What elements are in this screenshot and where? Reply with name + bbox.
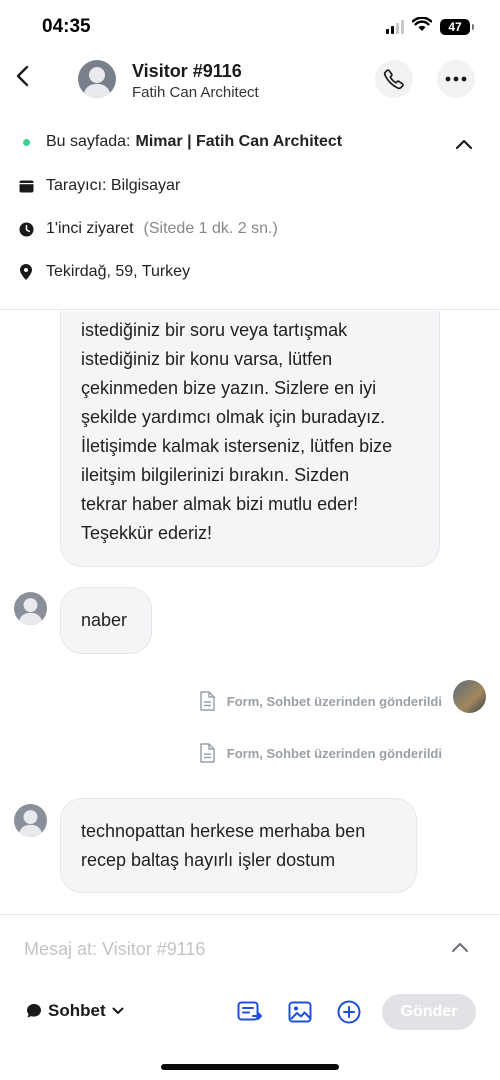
send-button[interactable]: Gönder — [382, 994, 476, 1030]
visitor-name: Visitor #9116 — [132, 61, 242, 81]
visitor-message-bubble: technopattan herkese merhaba ben recep b… — [60, 798, 417, 893]
visitor-avatar-small — [14, 804, 47, 837]
visit-count: 1'inci ziyaret — [46, 220, 134, 237]
template-icon — [237, 1001, 262, 1021]
online-status-icon — [18, 138, 34, 146]
location-row: Tekirdağ, 59, Turkey — [18, 263, 190, 281]
site-name: Fatih Can Architect — [132, 84, 259, 101]
message-input[interactable] — [24, 939, 424, 960]
collapse-info-button[interactable] — [452, 132, 476, 156]
agent-avatar — [453, 680, 486, 713]
attach-image-button[interactable] — [287, 999, 313, 1025]
battery-level: 47 — [448, 20, 462, 34]
visitor-message-text: technopattan herkese merhaba ben recep b… — [81, 821, 366, 870]
chevron-up-icon — [455, 139, 473, 149]
bot-message-bubble: istediğiniz bir soru veya tartışmak iste… — [60, 311, 440, 567]
chat-header: Visitor #9116 Fatih Can Architect — [0, 54, 500, 110]
form-document-icon — [199, 691, 215, 711]
wifi-icon — [411, 16, 433, 37]
phone-icon — [383, 69, 404, 90]
chat-bubble-icon — [27, 1004, 41, 1018]
bot-message-text: istediğiniz bir soru veya tartışmak iste… — [81, 320, 393, 543]
visitor-avatar — [78, 60, 116, 98]
plus-circle-icon — [337, 1000, 361, 1024]
visit-duration: (Sitede 1 dk. 2 sn.) — [143, 220, 278, 237]
browser-row: Tarayıcı: Bilgisayar — [18, 177, 180, 195]
composer: Sohbet Gönder — [0, 914, 500, 1044]
message-list[interactable]: istediğiniz bir soru veya tartışmak iste… — [0, 311, 500, 914]
location-pin-icon — [18, 264, 34, 280]
channel-selector[interactable]: Sohbet — [26, 1001, 124, 1021]
visitor-avatar-small — [14, 592, 47, 625]
system-message-text: Form, Sohbet üzerinden gönderildi — [226, 693, 442, 709]
insert-template-button[interactable] — [237, 999, 263, 1025]
system-message: Form, Sohbet üzerinden gönderildi — [199, 691, 442, 711]
chevron-left-icon — [16, 65, 29, 87]
browser-icon — [18, 180, 34, 193]
visitor-message-bubble: naber — [60, 587, 152, 654]
system-message: Form, Sohbet üzerinden gönderildi — [199, 743, 442, 763]
form-document-icon — [199, 743, 215, 763]
clock-icon — [18, 221, 34, 237]
current-page-row: Bu sayfada: Mimar | Fatih Can Architect — [18, 133, 342, 151]
status-bar: 04:35 47 — [0, 0, 500, 54]
location-text: Tekirdağ, 59, Turkey — [46, 263, 191, 280]
chevron-up-icon — [452, 942, 468, 952]
system-message-text: Form, Sohbet üzerinden gönderildi — [226, 745, 442, 761]
status-time: 04:35 — [42, 16, 91, 37]
add-button[interactable] — [336, 999, 362, 1025]
browser-text: Tarayıcı: Bilgisayar — [46, 177, 181, 194]
cellular-signal-icon — [386, 20, 404, 34]
home-indicator[interactable] — [161, 1064, 339, 1070]
visit-row: 1'inci ziyaret (Sitede 1 dk. 2 sn.) — [18, 220, 278, 238]
current-page-value: Mimar | Fatih Can Architect — [135, 133, 343, 150]
more-options-button[interactable] — [437, 60, 475, 98]
expand-composer-button[interactable] — [448, 935, 472, 959]
visitor-message-text: naber — [81, 610, 128, 630]
visitor-info-panel: Bu sayfada: Mimar | Fatih Can Architect … — [0, 120, 500, 310]
back-button[interactable] — [10, 64, 34, 88]
current-page-label: Bu sayfada: — [46, 133, 131, 150]
chevron-down-icon — [112, 1007, 124, 1014]
image-icon — [288, 1001, 312, 1023]
battery-icon: 47 — [440, 19, 474, 35]
call-button[interactable] — [375, 60, 413, 98]
more-dots-icon — [445, 76, 467, 82]
channel-label: Sohbet — [48, 1001, 106, 1020]
status-icons: 47 — [386, 16, 474, 37]
